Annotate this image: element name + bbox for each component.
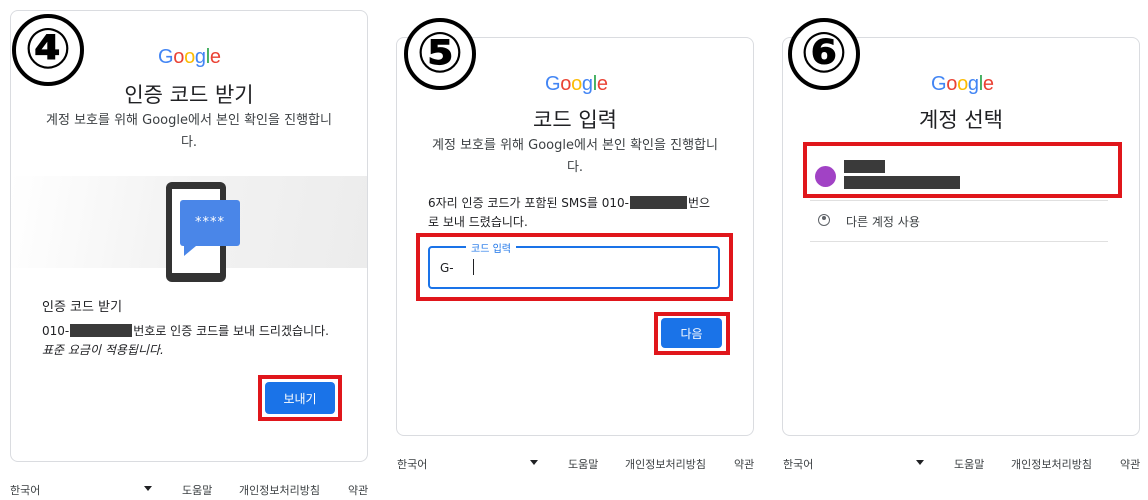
sms-info-text: 6자리 인증 코드가 포함된 SMS를 010- 번으 로 보내 드렸습니다.	[428, 196, 711, 229]
step-4-badge: ④	[12, 14, 84, 86]
language-dropdown-icon[interactable]	[144, 486, 152, 491]
next-button[interactable]: 다음	[661, 318, 722, 348]
masked-account-name	[844, 160, 885, 173]
account-circle-icon	[818, 214, 830, 226]
masked-phone-number	[629, 196, 687, 209]
google-logo: Google	[931, 73, 994, 95]
section-title: 인증 코드 받기	[42, 300, 123, 315]
other-account-label: 다른 계정 사용	[846, 215, 920, 229]
footer-terms-link[interactable]: 약관	[734, 456, 754, 472]
divider	[810, 241, 1108, 242]
other-account-item[interactable]: 다른 계정 사용	[810, 206, 1108, 236]
footer-terms-link[interactable]: 약관	[348, 482, 368, 498]
masked-account-email	[844, 176, 960, 189]
step-6-badge: ⑥	[788, 18, 860, 90]
footer-terms-link[interactable]: 약관	[1120, 456, 1140, 472]
footer-help-link[interactable]: 도움말	[954, 456, 984, 472]
account-item[interactable]	[810, 149, 1115, 191]
page-title: 코드 입력	[533, 108, 617, 132]
page-title: 계정 선택	[919, 108, 1003, 132]
language-dropdown-icon[interactable]	[916, 460, 924, 465]
google-logo: Google	[545, 73, 608, 95]
footer-help-link[interactable]: 도움말	[568, 456, 598, 472]
footer-privacy-link[interactable]: 개인정보처리방침	[625, 456, 706, 472]
code-input-prefix: G-	[440, 261, 454, 275]
code-input-label: 코드 입력	[466, 240, 516, 255]
send-info-text: 010- 번호로 인증 코드를 보내 드리겠습니다.	[42, 324, 329, 338]
panel-6-card	[782, 37, 1140, 436]
footer-privacy-link[interactable]: 개인정보처리방침	[1011, 456, 1092, 472]
google-logo: Google	[158, 46, 221, 68]
send-button[interactable]: 보내기	[265, 382, 335, 414]
language-dropdown-icon[interactable]	[530, 460, 538, 465]
divider	[810, 200, 1108, 201]
text-cursor	[473, 259, 474, 275]
page-description: 계정 보호를 위해 Google에서 본인 확인을 진행합니 다.	[432, 138, 718, 175]
page-title: 인증 코드 받기	[124, 83, 254, 107]
masked-phone-number	[70, 324, 133, 337]
page-description: 계정 보호를 위해 Google에서 본인 확인을 진행합니 다.	[46, 113, 332, 150]
footer-help-link[interactable]: 도움말	[182, 482, 212, 498]
footer-language[interactable]: 한국어	[397, 456, 427, 472]
footer-language[interactable]: 한국어	[783, 456, 813, 472]
footer-privacy-link[interactable]: 개인정보처리방침	[239, 482, 320, 498]
account-avatar	[815, 166, 836, 187]
step-5-badge: ⑤	[404, 18, 476, 90]
footer-language[interactable]: 한국어	[10, 482, 40, 498]
rate-note: 표준 요금이 적용됩니다.	[42, 343, 164, 357]
message-bubble-icon: ****	[180, 200, 240, 256]
